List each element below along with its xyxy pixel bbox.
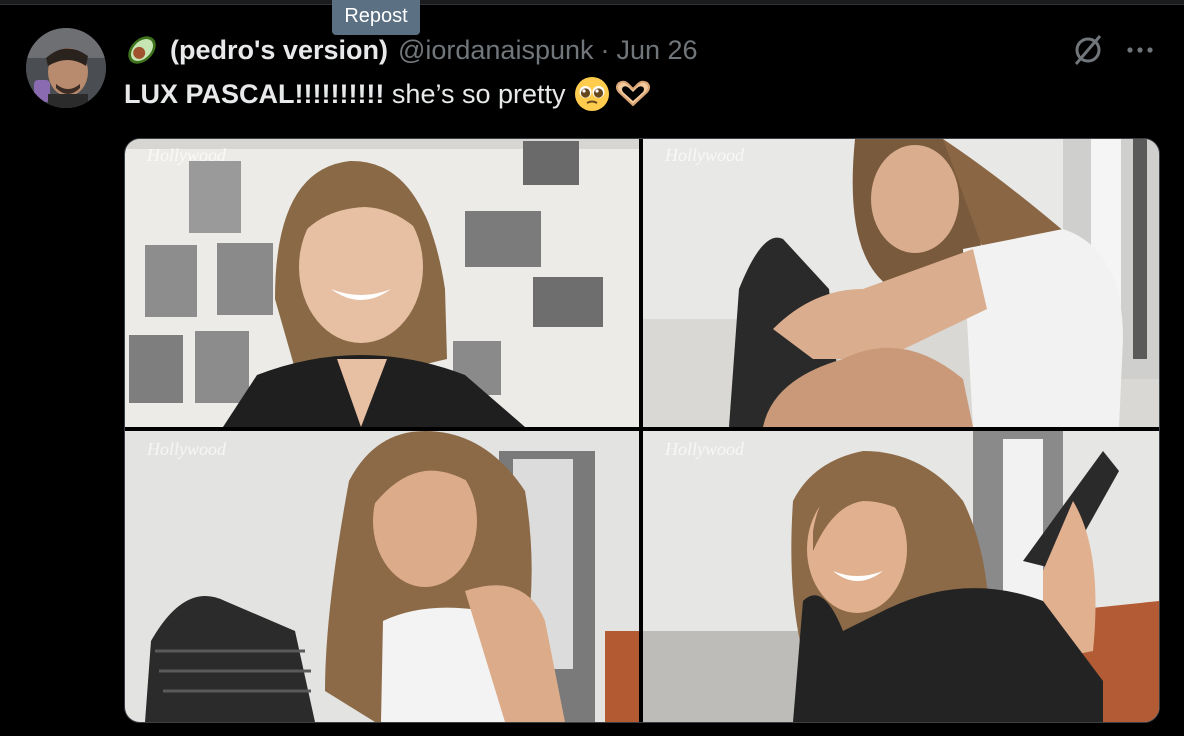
watermark: Hollywood xyxy=(146,439,227,459)
top-divider xyxy=(0,0,1184,5)
photo-4[interactable]: Hollywood xyxy=(643,431,1159,722)
pleading-face-icon xyxy=(574,77,609,111)
photo-3[interactable]: Hollywood xyxy=(125,431,639,722)
tweet-text-rest: she’s so pretty xyxy=(384,78,566,109)
grok-icon[interactable] xyxy=(1070,32,1106,68)
photo-1-image: Hollywood xyxy=(125,139,639,427)
photo-2[interactable]: Hollywood xyxy=(643,139,1159,427)
heart-hands-icon xyxy=(615,80,650,107)
watermark: Hollywood xyxy=(664,439,745,459)
photo-2-image: Hollywood xyxy=(643,139,1159,427)
photo-1[interactable]: Hollywood xyxy=(125,139,639,427)
separator-dot: · xyxy=(600,34,610,65)
avatar-image xyxy=(26,28,106,108)
avocado-icon xyxy=(128,36,156,64)
watermark: Hollywood xyxy=(664,145,745,165)
more-options-icon[interactable] xyxy=(1122,36,1158,64)
tweet-text-bold: LUX PASCAL!!!!!!!!!! xyxy=(124,78,385,109)
tweet-date[interactable]: Jun 26 xyxy=(617,35,698,66)
photo-4-image: Hollywood xyxy=(643,431,1159,722)
tweet-header: (pedro's version) @iordanaispunk · Jun 2… xyxy=(124,30,698,70)
user-handle[interactable]: @iordanaispunk xyxy=(398,35,594,66)
display-name[interactable]: (pedro's version) xyxy=(170,35,388,66)
tweet-text: LUX PASCAL!!!!!!!!!! she’s so pretty xyxy=(124,74,652,114)
photo-3-image: Hollywood xyxy=(125,431,639,722)
watermark: Hollywood xyxy=(146,145,227,165)
media-grid: Hollywood Hollywood Hollywood Hollywood xyxy=(124,138,1160,723)
avatar[interactable] xyxy=(26,28,106,108)
